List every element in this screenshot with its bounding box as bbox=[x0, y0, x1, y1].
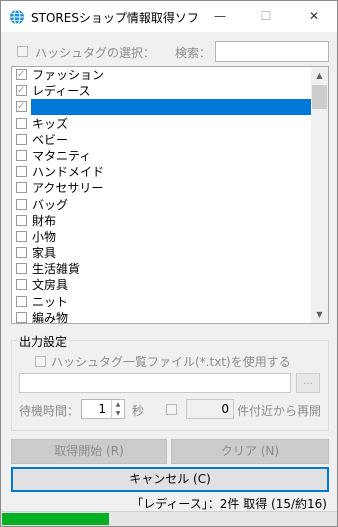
list-item-label: 家具 bbox=[32, 246, 57, 261]
list-item-label: ベビー bbox=[32, 132, 69, 147]
list-item[interactable]: マタニティ bbox=[12, 148, 311, 164]
list-item[interactable]: レディース bbox=[12, 83, 311, 99]
list-item-checkbox[interactable] bbox=[16, 198, 27, 210]
list-item-label: 小物 bbox=[32, 229, 57, 244]
list-item-checkbox[interactable] bbox=[16, 182, 27, 194]
use-file-checkbox[interactable] bbox=[35, 356, 46, 367]
hashtag-list[interactable]: ファッションレディースメンズキッズベビーマタニティハンドメイドアクセサリーバッグ… bbox=[11, 66, 329, 324]
clear-button[interactable]: クリア (N) bbox=[171, 439, 329, 464]
file-path-input[interactable] bbox=[19, 373, 291, 393]
list-item-checkbox[interactable] bbox=[16, 83, 27, 99]
close-button[interactable]: ✕ bbox=[291, 1, 337, 32]
hashtag-list-items: ファッションレディースメンズキッズベビーマタニティハンドメイドアクセサリーバッグ… bbox=[12, 67, 311, 324]
list-item[interactable]: 小物 bbox=[12, 229, 311, 245]
hashtag-select-label: ハッシュタグの選択： bbox=[35, 46, 156, 60]
list-item-label: マタニティ bbox=[32, 148, 92, 163]
list-item-checkbox[interactable] bbox=[16, 311, 27, 323]
output-settings-title: 出力設定 bbox=[17, 333, 70, 350]
list-item-checkbox[interactable] bbox=[16, 149, 27, 161]
list-item[interactable]: 生活雑貨 bbox=[12, 261, 311, 277]
minimize-button[interactable]: — bbox=[197, 1, 243, 32]
list-scrollbar[interactable]: ▲ ▼ bbox=[311, 67, 328, 323]
list-item-label: バッグ bbox=[32, 197, 69, 212]
stepper-buttons[interactable]: ▲ ▼ bbox=[111, 400, 124, 418]
use-file-label: ハッシュタグ一覧ファイル(*.txt)を使用する bbox=[51, 355, 291, 369]
list-item[interactable]: キッズ bbox=[12, 116, 311, 132]
list-item[interactable]: ファッション bbox=[12, 67, 311, 83]
list-item[interactable]: 文房具 bbox=[12, 277, 311, 293]
list-item-checkbox[interactable] bbox=[16, 117, 27, 129]
search-input[interactable] bbox=[215, 41, 329, 62]
wait-time-value: 1 bbox=[98, 402, 106, 416]
list-item[interactable]: ハンドメイド bbox=[12, 164, 311, 180]
resume-label: 件付近から再開 bbox=[237, 404, 322, 418]
selection-highlight bbox=[31, 99, 311, 116]
resume-checkbox[interactable] bbox=[166, 404, 177, 415]
list-item-checkbox[interactable] bbox=[16, 279, 27, 291]
list-item-checkbox[interactable] bbox=[16, 214, 27, 226]
list-item-checkbox[interactable] bbox=[16, 67, 27, 83]
list-item-label: 編み物 bbox=[32, 310, 69, 324]
list-item-label: 文房具 bbox=[32, 278, 69, 293]
list-item[interactable]: メンズ bbox=[12, 99, 311, 116]
list-item-label: レディース bbox=[32, 84, 91, 99]
wait-time-label: 待機時間： bbox=[19, 404, 80, 418]
resume-count-input[interactable]: 0 bbox=[186, 399, 234, 419]
search-label: 検索： bbox=[175, 46, 212, 60]
scroll-down-icon[interactable]: ▼ bbox=[311, 306, 328, 323]
window-title: STORESショップ情報取得ソフト ... bbox=[31, 11, 201, 25]
list-item-checkbox[interactable] bbox=[16, 99, 27, 115]
list-item-label: 生活雑貨 bbox=[32, 262, 81, 277]
globe-icon bbox=[10, 9, 24, 25]
cancel-button[interactable]: キャンセル (C) bbox=[11, 467, 329, 492]
progress-bar bbox=[1, 511, 337, 526]
list-item[interactable]: 財布 bbox=[12, 213, 311, 229]
stepper-up-icon[interactable]: ▲ bbox=[112, 400, 124, 409]
list-item-checkbox[interactable] bbox=[16, 230, 27, 242]
list-item-label: アクセサリー bbox=[32, 181, 104, 196]
list-item[interactable]: ニット bbox=[12, 294, 311, 310]
list-item-checkbox[interactable] bbox=[16, 295, 27, 307]
scroll-thumb[interactable] bbox=[312, 85, 327, 109]
list-item[interactable]: アクセサリー bbox=[12, 180, 311, 196]
stepper-down-icon[interactable]: ▼ bbox=[112, 409, 124, 418]
list-item-checkbox[interactable] bbox=[16, 133, 27, 145]
list-item-checkbox[interactable] bbox=[16, 166, 27, 178]
scroll-up-icon[interactable]: ▲ bbox=[311, 67, 328, 84]
list-item[interactable]: 家具 bbox=[12, 245, 311, 261]
list-item-label: 財布 bbox=[32, 213, 57, 228]
list-item[interactable]: バッグ bbox=[12, 197, 311, 213]
progress-fill bbox=[2, 513, 109, 525]
list-item-label: キッズ bbox=[32, 116, 69, 131]
hashtag-select-checkbox[interactable] bbox=[17, 46, 28, 57]
wait-time-stepper[interactable]: 1 ▲ ▼ bbox=[81, 399, 125, 419]
list-item-label: ニット bbox=[32, 294, 69, 309]
resume-count-value: 0 bbox=[221, 402, 229, 416]
title-bar[interactable]: STORESショップ情報取得ソフト ... — ☐ ✕ bbox=[1, 1, 337, 32]
list-item-checkbox[interactable] bbox=[16, 247, 27, 259]
maximize-button[interactable]: ☐ bbox=[243, 1, 289, 32]
list-item[interactable]: 編み物 bbox=[12, 310, 311, 324]
list-item-label: ファッション bbox=[32, 68, 105, 82]
list-item[interactable]: ベビー bbox=[12, 132, 311, 148]
status-text: 「レディース」：2件 取得 (15/約16) bbox=[131, 497, 327, 511]
seconds-label: 秒 bbox=[132, 404, 145, 418]
app-window: STORESショップ情報取得ソフト ... — ☐ ✕ ハッシュタグの選択： 検… bbox=[0, 0, 338, 527]
list-item-checkbox[interactable] bbox=[16, 263, 27, 275]
start-button[interactable]: 取得開始 (R) bbox=[11, 439, 167, 464]
browse-button[interactable]: ... bbox=[296, 373, 320, 393]
list-item-label: メンズ bbox=[32, 100, 68, 115]
list-item-label: ハンドメイド bbox=[32, 165, 105, 180]
